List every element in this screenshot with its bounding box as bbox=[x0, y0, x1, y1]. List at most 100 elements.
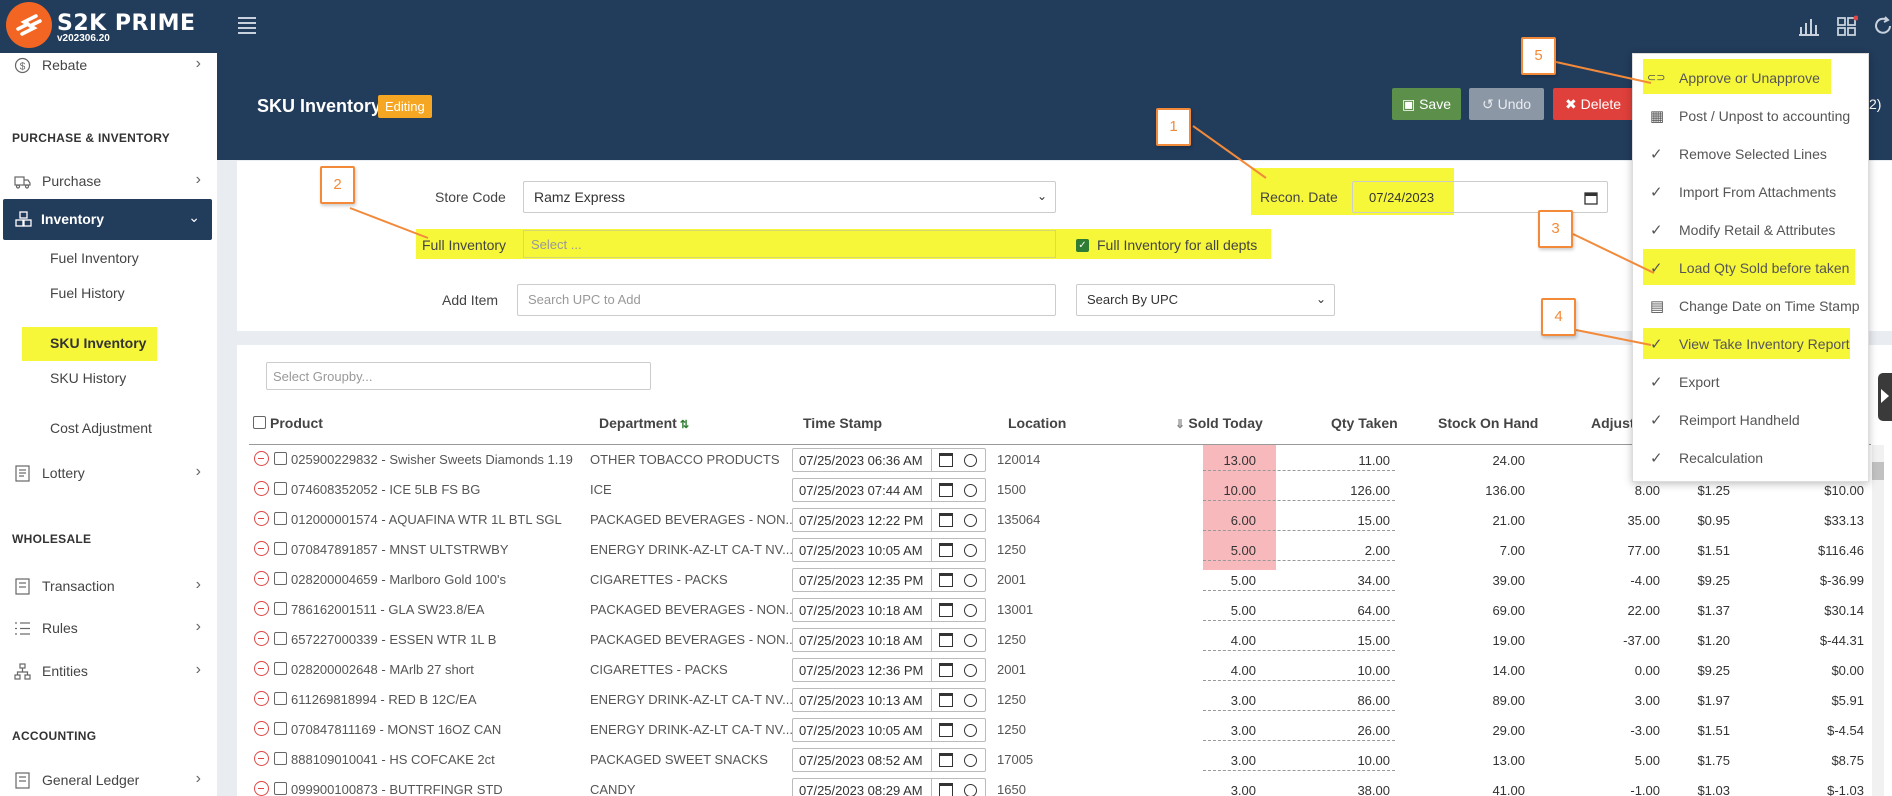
sidebar-subitem-sku-history[interactable]: SKU History bbox=[50, 370, 126, 386]
row-checkbox[interactable] bbox=[274, 692, 287, 705]
clock-icon[interactable] bbox=[964, 604, 977, 617]
full-inventory-select[interactable]: Select ... bbox=[523, 230, 1056, 258]
remove-row-icon[interactable] bbox=[254, 781, 269, 796]
clock-icon[interactable] bbox=[964, 664, 977, 677]
calendar-icon[interactable] bbox=[939, 693, 953, 707]
menu-item[interactable]: ▤ Change Date on Time Stamp bbox=[1632, 291, 1869, 321]
column-header-stock-on-hand[interactable]: Stock On Hand bbox=[1438, 415, 1538, 431]
refresh-icon[interactable] bbox=[1872, 15, 1892, 37]
menu-item[interactable]: ✓ Export bbox=[1632, 367, 1869, 397]
row-checkbox[interactable] bbox=[274, 752, 287, 765]
menu-item[interactable]: ✓ Modify Retail & Attributes bbox=[1632, 215, 1869, 245]
menu-item[interactable]: ✓ Remove Selected Lines bbox=[1632, 139, 1869, 169]
remove-row-icon[interactable] bbox=[254, 571, 269, 586]
column-header-sold-today[interactable]: ⇓ Sold Today bbox=[1175, 415, 1263, 431]
column-header-adjust[interactable]: Adjust bbox=[1591, 415, 1635, 431]
row-checkbox[interactable] bbox=[274, 662, 287, 675]
sidebar-item-rebate[interactable]: $ Rebate › bbox=[0, 51, 217, 81]
remove-row-icon[interactable] bbox=[254, 451, 269, 466]
column-header-department[interactable]: Department ⇅ bbox=[599, 415, 689, 431]
remove-row-icon[interactable] bbox=[254, 601, 269, 616]
calendar-icon[interactable] bbox=[939, 783, 953, 796]
sidebar-subitem-sku-inventory[interactable]: SKU Inventory bbox=[50, 335, 146, 351]
remove-row-icon[interactable] bbox=[254, 481, 269, 496]
remove-row-icon[interactable] bbox=[254, 751, 269, 766]
row-checkbox[interactable] bbox=[274, 452, 287, 465]
clock-icon[interactable] bbox=[964, 514, 977, 527]
chart-icon[interactable] bbox=[1798, 15, 1820, 37]
timestamp-input[interactable]: 07/25/2023 10:18 AM bbox=[792, 628, 986, 652]
row-checkbox[interactable] bbox=[274, 512, 287, 525]
timestamp-input[interactable]: 07/25/2023 10:18 AM bbox=[792, 598, 986, 622]
calendar-icon[interactable] bbox=[939, 663, 953, 677]
calendar-icon[interactable] bbox=[939, 603, 953, 617]
apps-grid-icon[interactable] bbox=[1836, 15, 1858, 37]
timestamp-input[interactable]: 07/25/2023 07:44 AM bbox=[792, 478, 986, 502]
clock-icon[interactable] bbox=[964, 634, 977, 647]
calendar-icon[interactable] bbox=[939, 633, 953, 647]
sidebar-subitem-cost-adjustment[interactable]: Cost Adjustment bbox=[50, 420, 152, 436]
remove-row-icon[interactable] bbox=[254, 541, 269, 556]
menu-item[interactable]: ✓ View Take Inventory Report bbox=[1632, 329, 1869, 359]
undo-button[interactable]: ↺ Undo bbox=[1469, 88, 1544, 120]
column-header-timestamp[interactable]: Time Stamp bbox=[803, 415, 882, 431]
remove-row-icon[interactable] bbox=[254, 631, 269, 646]
row-checkbox[interactable] bbox=[274, 602, 287, 615]
menu-item[interactable]: ✓ Load Qty Sold before taken bbox=[1632, 253, 1869, 283]
row-checkbox[interactable] bbox=[274, 542, 287, 555]
calendar-icon[interactable] bbox=[939, 513, 953, 527]
side-panel-toggle[interactable] bbox=[1878, 373, 1892, 421]
calendar-icon[interactable] bbox=[939, 573, 953, 587]
full-inventory-all-checkbox[interactable]: ✓ bbox=[1076, 239, 1089, 252]
select-all-checkbox[interactable] bbox=[253, 416, 266, 429]
clock-icon[interactable] bbox=[964, 574, 977, 587]
calendar-icon[interactable] bbox=[1584, 191, 1598, 205]
timestamp-input[interactable]: 07/25/2023 08:52 AM bbox=[792, 748, 986, 772]
groupby-select[interactable]: Select Groupby... bbox=[266, 362, 651, 390]
row-checkbox[interactable] bbox=[274, 482, 287, 495]
sidebar-item-rules[interactable]: Rules › bbox=[0, 614, 217, 644]
search-by-select[interactable]: Search By UPC ⌄ bbox=[1076, 284, 1335, 316]
remove-row-icon[interactable] bbox=[254, 661, 269, 676]
clock-icon[interactable] bbox=[964, 454, 977, 467]
row-checkbox[interactable] bbox=[274, 722, 287, 735]
clock-icon[interactable] bbox=[964, 784, 977, 796]
save-button[interactable]: ▣ Save bbox=[1392, 88, 1461, 120]
recon-date-input[interactable]: 07/24/2023 bbox=[1352, 181, 1608, 213]
delete-button[interactable]: ✖ Delete bbox=[1553, 88, 1633, 120]
timestamp-input[interactable]: 07/25/2023 12:35 PM bbox=[792, 568, 986, 592]
calendar-icon[interactable] bbox=[939, 723, 953, 737]
sidebar-item-general-ledger[interactable]: General Ledger › bbox=[0, 766, 217, 796]
app-logo[interactable] bbox=[6, 2, 52, 48]
store-code-select[interactable]: Ramz Express ⌄ bbox=[523, 181, 1056, 213]
row-checkbox[interactable] bbox=[274, 632, 287, 645]
clock-icon[interactable] bbox=[964, 724, 977, 737]
sidebar-subitem-fuel-inventory[interactable]: Fuel Inventory bbox=[50, 250, 139, 266]
menu-item[interactable]: ▦ Post / Unpost to accounting bbox=[1632, 101, 1869, 131]
menu-item[interactable]: ⊂⊃ Approve or Unapprove bbox=[1632, 63, 1869, 93]
timestamp-input[interactable]: 07/25/2023 12:22 PM bbox=[792, 508, 986, 532]
sidebar-item-inventory[interactable]: Inventory ⌄ bbox=[3, 199, 212, 240]
timestamp-input[interactable]: 07/25/2023 10:13 AM bbox=[792, 688, 986, 712]
add-item-search-input[interactable]: Search UPC to Add bbox=[517, 284, 1056, 316]
scrollbar-thumb[interactable] bbox=[1872, 462, 1884, 480]
menu-item[interactable]: ✓ Recalculation bbox=[1632, 443, 1869, 473]
row-checkbox[interactable] bbox=[274, 782, 287, 795]
sidebar-item-transaction[interactable]: Transaction › bbox=[0, 572, 217, 602]
calendar-icon[interactable] bbox=[939, 453, 953, 467]
menu-toggle-icon[interactable] bbox=[238, 17, 256, 34]
calendar-icon[interactable] bbox=[939, 753, 953, 767]
remove-row-icon[interactable] bbox=[254, 511, 269, 526]
timestamp-input[interactable]: 07/25/2023 06:36 AM bbox=[792, 448, 986, 472]
calendar-icon[interactable] bbox=[939, 543, 953, 557]
remove-row-icon[interactable] bbox=[254, 721, 269, 736]
vertical-scrollbar[interactable] bbox=[1872, 445, 1884, 796]
timestamp-input[interactable]: 07/25/2023 10:05 AM bbox=[792, 538, 986, 562]
clock-icon[interactable] bbox=[964, 544, 977, 557]
menu-item[interactable]: ✓ Import From Attachments bbox=[1632, 177, 1869, 207]
menu-item[interactable]: ✓ Reimport Handheld bbox=[1632, 405, 1869, 435]
timestamp-input[interactable]: 07/25/2023 08:29 AM bbox=[792, 778, 986, 796]
clock-icon[interactable] bbox=[964, 754, 977, 767]
row-checkbox[interactable] bbox=[274, 572, 287, 585]
sidebar-subitem-fuel-history[interactable]: Fuel History bbox=[50, 285, 125, 301]
